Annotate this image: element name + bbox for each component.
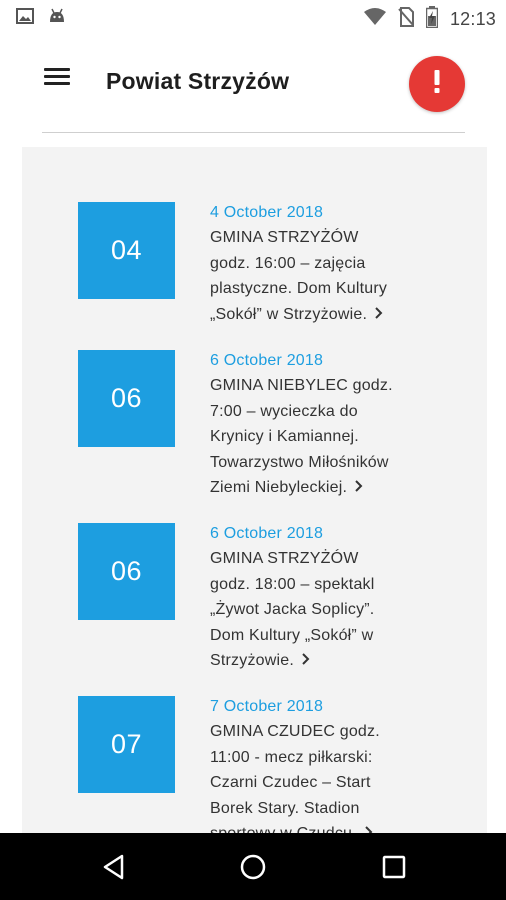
chevron-right-icon[interactable] xyxy=(355,475,363,501)
navigation-bar xyxy=(0,833,506,900)
image-icon xyxy=(16,8,34,29)
wifi-icon xyxy=(363,8,386,31)
status-time: 12:13 xyxy=(449,9,496,29)
event-date: 6 October 2018 xyxy=(210,525,324,542)
chevron-right-icon[interactable] xyxy=(302,648,310,674)
app-bar: Powiat Strzyżów xyxy=(0,36,506,132)
event-day-badge: 07 xyxy=(78,696,175,793)
page-title: Powiat Strzyżów xyxy=(106,68,290,94)
menu-icon[interactable] xyxy=(44,66,78,96)
home-icon[interactable] xyxy=(237,851,269,883)
no-sim-icon xyxy=(398,7,414,32)
alert-icon xyxy=(433,69,441,99)
alert-button[interactable] xyxy=(409,56,465,112)
event-date: 7 October 2018 xyxy=(210,698,324,715)
event-day-badge: 06 xyxy=(78,523,175,620)
event-date: 4 October 2018 xyxy=(210,204,324,221)
header-divider xyxy=(42,132,465,133)
event-description: GMINA CZUDEC godz. 11:00 - mecz piłkarsk… xyxy=(210,719,438,833)
chevron-right-icon[interactable] xyxy=(365,821,373,833)
events-list[interactable]: 04 4 October 2018 GMINA STRZYŻÓW godz. 1… xyxy=(22,147,487,833)
event-description: GMINA NIEBYLEC godz. 7:00 – wycieczka do… xyxy=(210,373,438,501)
event-description: GMINA STRZYŻÓW godz. 16:00 – zajęcia pla… xyxy=(210,225,438,327)
android-icon xyxy=(48,8,66,29)
event-day-badge: 06 xyxy=(78,350,175,447)
event-date: 6 October 2018 xyxy=(210,352,324,369)
status-bar: 12:13 xyxy=(0,0,506,36)
battery-charging-icon xyxy=(425,6,439,33)
recents-icon[interactable] xyxy=(378,851,410,883)
event-description: GMINA STRZYŻÓW godz. 18:00 – spektakl „Ż… xyxy=(210,546,438,674)
event-day-badge: 04 xyxy=(78,202,175,299)
chevron-right-icon[interactable] xyxy=(375,302,383,328)
back-icon[interactable] xyxy=(98,851,130,883)
